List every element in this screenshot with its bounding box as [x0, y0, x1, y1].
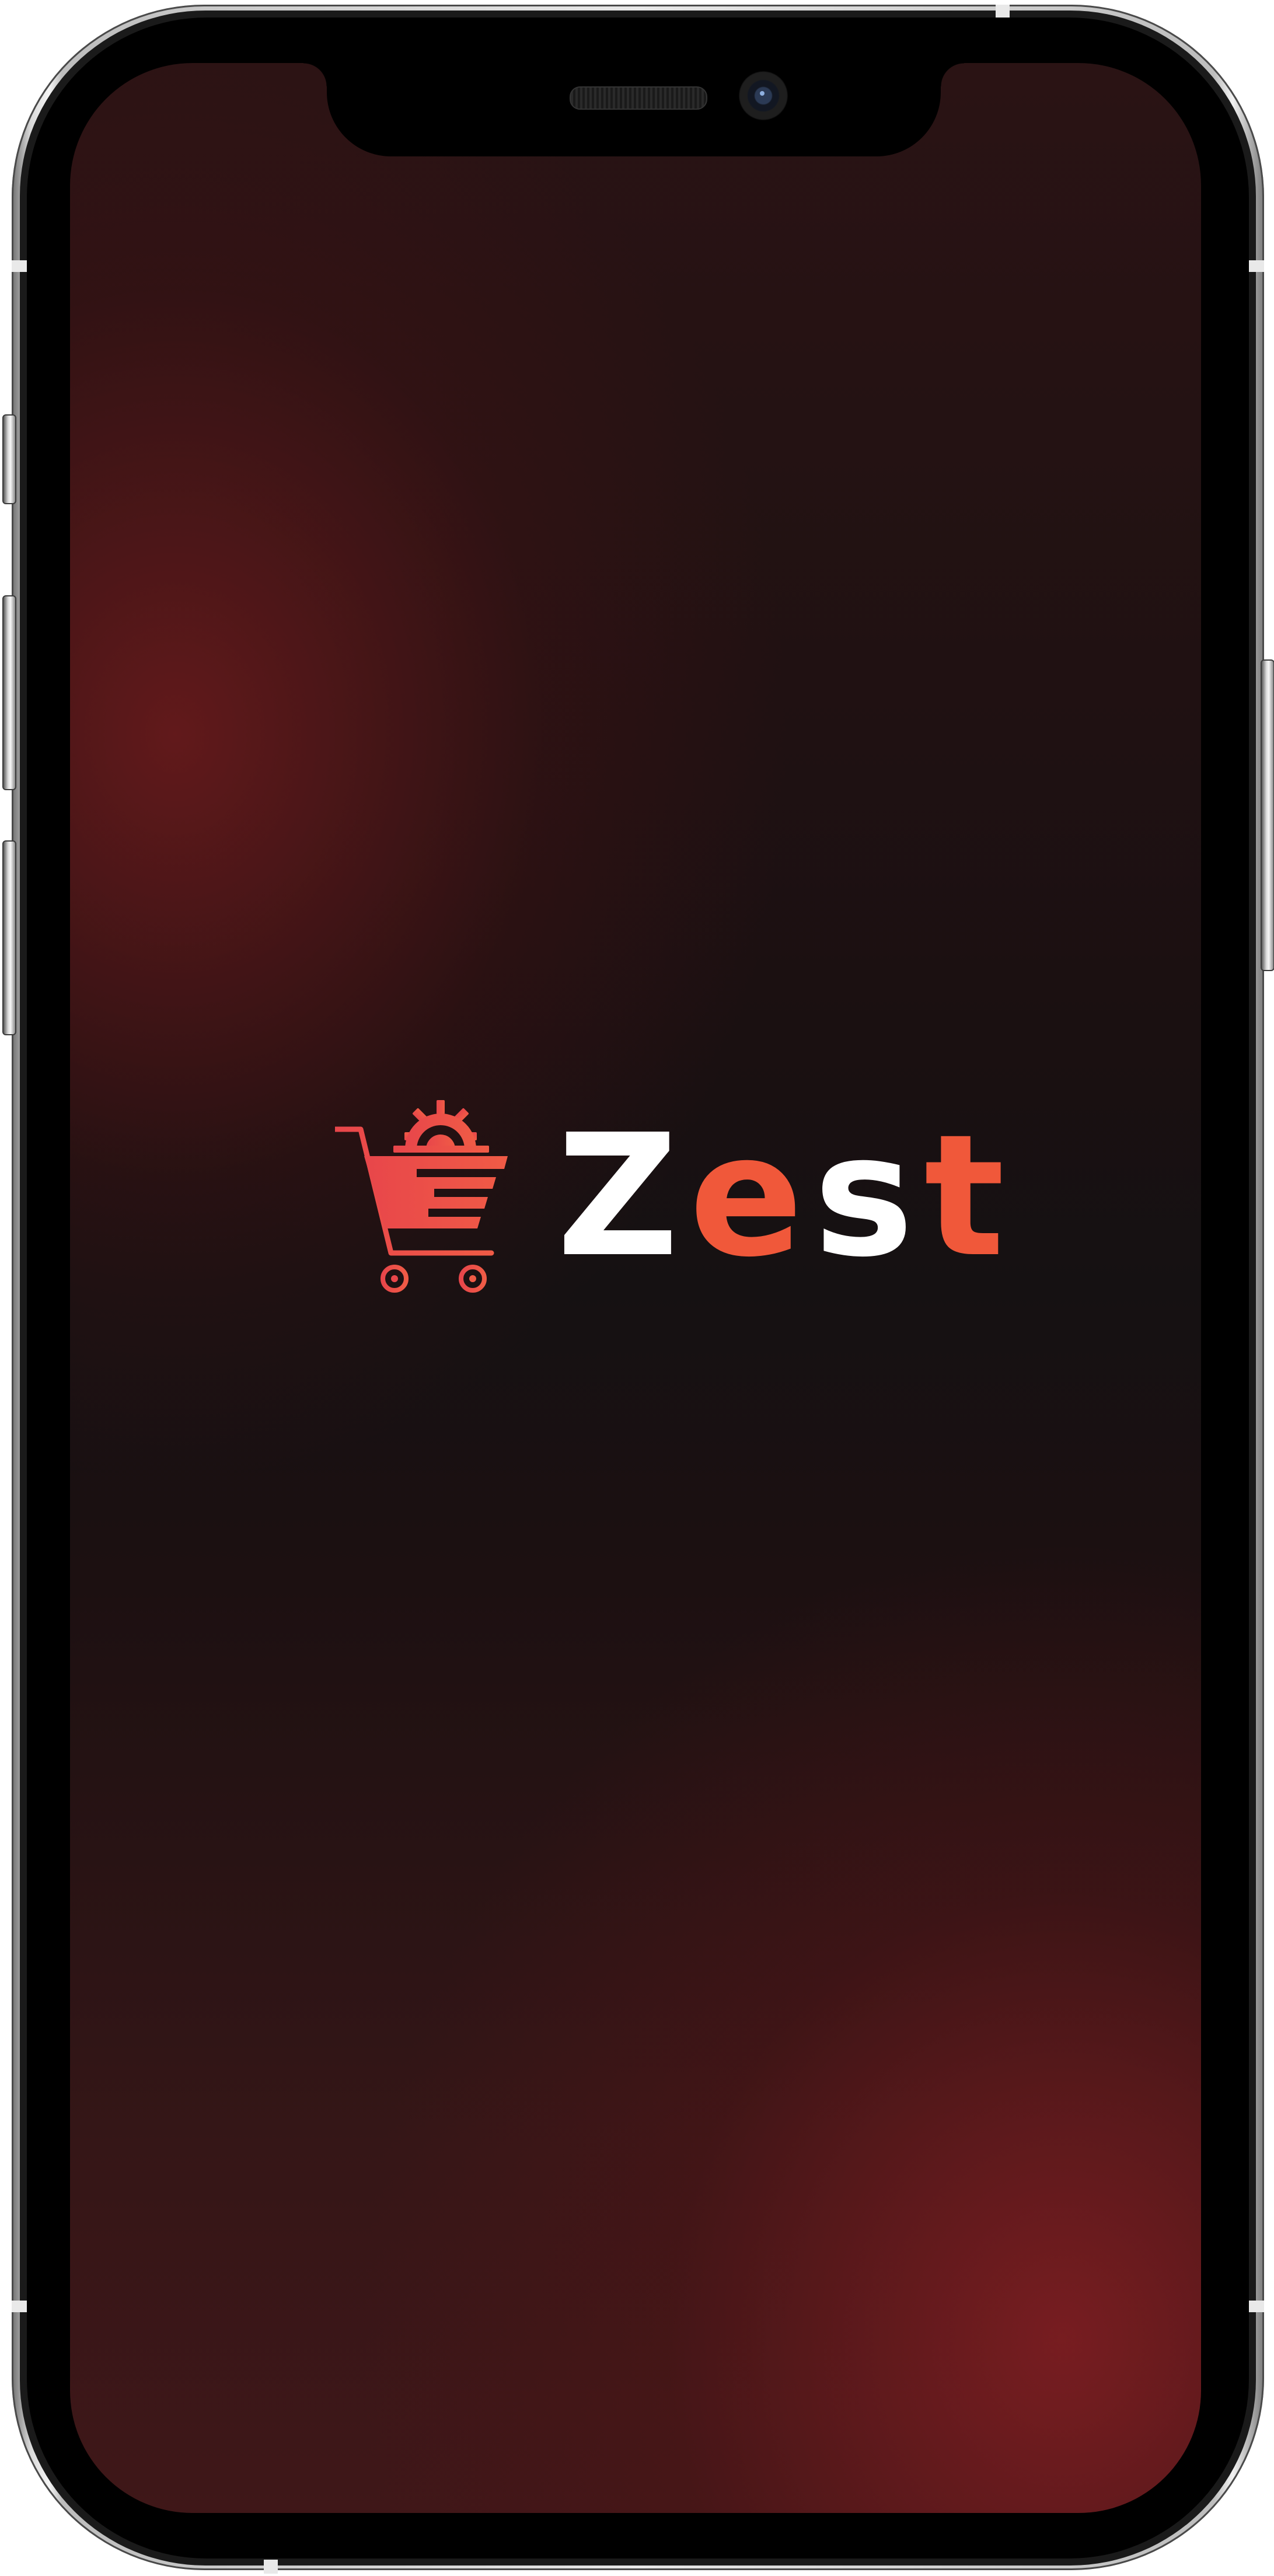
app-name-letter: Z: [557, 1098, 689, 1294]
mute-switch: [2, 414, 16, 504]
app-name-letter: t: [924, 1098, 1015, 1294]
shopping-cart-gear-icon: [335, 1100, 508, 1293]
app-logo: Z e s t: [335, 1097, 1004, 1296]
device-mockup: Z e s t: [0, 0, 1274, 2576]
volume-down-button: [2, 840, 16, 1035]
antenna-line: [996, 5, 1010, 19]
app-name-wordmark: Z e s t: [557, 1112, 1015, 1280]
power-button: [1261, 659, 1274, 971]
notch: [303, 63, 964, 156]
antenna-line: [264, 2560, 278, 2574]
earpiece-speaker: [570, 86, 707, 110]
app-name-letter: s: [814, 1098, 924, 1294]
front-camera: [739, 71, 788, 120]
volume-up-button: [2, 595, 16, 790]
app-name-letter: e: [689, 1098, 814, 1294]
